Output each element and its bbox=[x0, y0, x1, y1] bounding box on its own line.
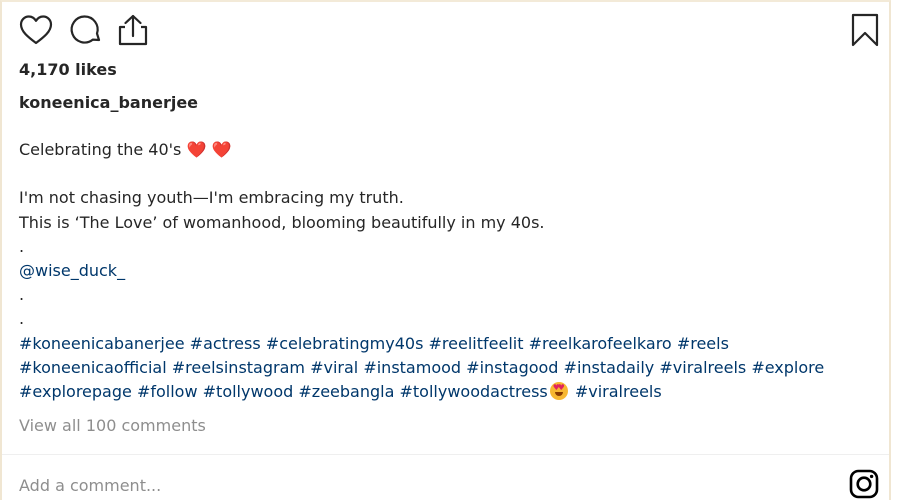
likes-count[interactable]: 4,170 likes bbox=[19, 60, 117, 79]
caption-line: @wise_duck_ bbox=[19, 259, 879, 283]
hashtag-link[interactable]: #explorepage bbox=[19, 382, 132, 401]
hashtag-link[interactable]: #viralreels bbox=[659, 358, 746, 377]
share-icon[interactable] bbox=[115, 12, 151, 48]
hashtag-link[interactable]: #celebratingmy40s bbox=[266, 334, 424, 353]
hashtag-row: #koneenicaofficial #reelsinstagram #vira… bbox=[19, 356, 879, 380]
hashtag-row: #koneenicabanerjee #actress #celebrating… bbox=[19, 332, 879, 356]
hashtag-link[interactable]: #instamood bbox=[363, 358, 461, 377]
hashtag-link[interactable]: #reelkarofeelkaro bbox=[529, 334, 672, 353]
caption-dot: . bbox=[19, 309, 25, 329]
hashtag-link[interactable]: #follow bbox=[137, 382, 198, 401]
hashtag-link[interactable]: #instadaily bbox=[564, 358, 655, 377]
caption-line: I'm not chasing youth—I'm embracing my t… bbox=[19, 188, 404, 208]
hashtag-link[interactable]: #tollywood bbox=[203, 382, 294, 401]
caption-line: This is ‘The Love’ of womanhood, bloomin… bbox=[19, 212, 545, 232]
caption-dot: . bbox=[19, 285, 25, 305]
caption-text: Celebrating the 40's bbox=[19, 140, 182, 159]
hashtag-row: #explorepage #follow #tollywood #zeebang… bbox=[19, 380, 879, 404]
post-author-username[interactable]: koneenica_banerjee bbox=[19, 93, 198, 112]
divider bbox=[2, 454, 889, 455]
heart-eyes-emoji-icon bbox=[549, 382, 568, 401]
heart-icon[interactable] bbox=[18, 12, 54, 48]
hashtag-link[interactable]: #viralreels bbox=[575, 382, 662, 401]
view-all-comments-link[interactable]: View all 100 comments bbox=[19, 416, 206, 435]
hashtag-link[interactable]: #reels bbox=[677, 334, 729, 353]
hashtag-link[interactable]: #koneenicabanerjee bbox=[19, 334, 185, 353]
hashtag-link[interactable]: #viral bbox=[310, 358, 358, 377]
hashtag-link[interactable]: #zeebangla bbox=[298, 382, 394, 401]
red-heart-emoji-icon: ❤️ ❤️ bbox=[186, 140, 232, 159]
post-caption: Celebrating the 40's ❤️ ❤️ I'm not chasi… bbox=[19, 138, 879, 404]
hashtag-link[interactable]: #reelitfeelit bbox=[429, 334, 524, 353]
caption-line: Celebrating the 40's ❤️ ❤️ bbox=[19, 138, 879, 162]
mention-link[interactable]: @wise_duck_ bbox=[19, 261, 125, 280]
hashtag-link[interactable]: #instagood bbox=[466, 358, 558, 377]
bookmark-icon[interactable] bbox=[847, 12, 883, 48]
hashtag-link[interactable]: #reelsinstagram bbox=[172, 358, 305, 377]
instagram-logo-icon[interactable] bbox=[848, 468, 880, 500]
hashtag-link[interactable]: #actress bbox=[190, 334, 261, 353]
add-comment-input[interactable] bbox=[19, 470, 819, 500]
hashtag-link[interactable]: #explore bbox=[751, 358, 824, 377]
hashtag-link[interactable]: #koneenicaofficial bbox=[19, 358, 167, 377]
comment-icon[interactable] bbox=[68, 12, 104, 48]
action-bar bbox=[18, 12, 882, 52]
hashtag-link[interactable]: #tollywoodactress bbox=[399, 382, 547, 401]
caption-dot: . bbox=[19, 236, 25, 256]
